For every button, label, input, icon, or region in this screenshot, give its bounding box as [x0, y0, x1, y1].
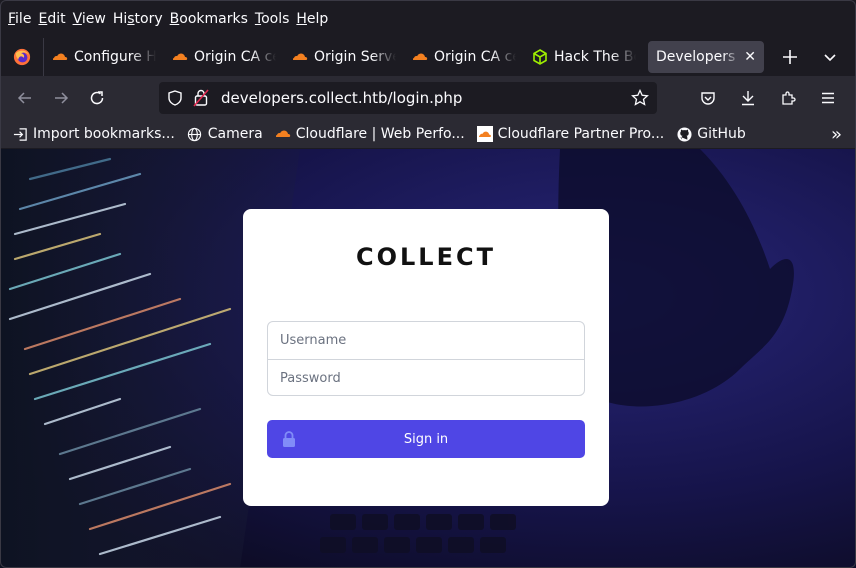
- pocket-icon: [701, 92, 715, 105]
- import-icon: [12, 126, 28, 142]
- arrow-right-icon: [55, 92, 69, 104]
- github-icon: [676, 126, 692, 142]
- password-input[interactable]: [268, 360, 584, 397]
- tab-label: Origin Serve: [314, 49, 396, 65]
- menu-help[interactable]: Help: [296, 11, 328, 27]
- tab-hack-the-box[interactable]: Hack The Bo: [524, 41, 644, 73]
- menu-edit[interactable]: Edit: [38, 11, 65, 27]
- bookmark-label: GitHub: [697, 126, 746, 142]
- sign-in-button[interactable]: Sign in: [267, 420, 585, 458]
- bookmarks-toolbar: Import bookmarks... Camera Cloudflare | …: [0, 120, 856, 148]
- tab-origin-ca-2[interactable]: Origin CA ce: [404, 41, 524, 73]
- cloudflare-icon: [293, 53, 308, 60]
- tab-label: Configure H: [74, 49, 156, 65]
- username-input[interactable]: [268, 322, 584, 359]
- sign-in-label: Sign in: [403, 431, 449, 447]
- pocket-button[interactable]: [690, 82, 726, 114]
- menu-bookmarks[interactable]: Bookmarks: [170, 11, 248, 27]
- bookmark-label: Cloudflare Partner Pro...: [497, 126, 665, 142]
- bookmark-label: Camera: [207, 126, 263, 142]
- close-tab-icon[interactable]: ✕: [740, 49, 756, 65]
- cloudflare-icon: [275, 126, 291, 142]
- page-title: COLLECT: [356, 243, 496, 271]
- menu-view[interactable]: View: [73, 11, 106, 27]
- tab-strip: Configure H Origin CA ce Origin Serve Or…: [0, 38, 856, 76]
- globe-icon: [187, 126, 203, 142]
- app-menu-button[interactable]: [810, 82, 846, 114]
- back-button[interactable]: [7, 82, 43, 114]
- bookmark-cloudflare-web[interactable]: Cloudflare | Web Perfo...: [275, 126, 465, 142]
- arrow-left-icon: [17, 92, 31, 104]
- reload-icon: [90, 91, 104, 105]
- cloudflare-icon: [413, 53, 428, 60]
- menu-tools[interactable]: Tools: [255, 11, 290, 27]
- menu-file[interactable]: File: [8, 11, 31, 27]
- credentials-group: [267, 321, 585, 397]
- bookmark-github[interactable]: GitHub: [676, 126, 746, 142]
- login-card: COLLECT Sign in: [243, 209, 609, 506]
- chevron-down-icon: [824, 54, 836, 62]
- bookmark-import[interactable]: Import bookmarks...: [12, 126, 175, 142]
- list-all-tabs-button[interactable]: [812, 41, 848, 73]
- tab-label: Origin CA ce: [434, 49, 516, 65]
- tab-origin-ca-1[interactable]: Origin CA ce: [164, 41, 284, 73]
- tab-configure[interactable]: Configure H: [44, 41, 164, 73]
- bookmark-camera[interactable]: Camera: [187, 126, 263, 142]
- hackthebox-icon: [533, 49, 547, 65]
- bookmark-star-icon[interactable]: [631, 89, 649, 107]
- puzzle-icon: [782, 91, 796, 105]
- extensions-button[interactable]: [770, 82, 806, 114]
- hamburger-menu-icon: [822, 92, 834, 104]
- plus-icon: [783, 50, 797, 64]
- url-text[interactable]: developers.collect.htb/login.php: [221, 89, 462, 107]
- tab-origin-server[interactable]: Origin Serve: [284, 41, 404, 73]
- cloudflare-icon: [53, 53, 68, 60]
- tab-label: Origin CA ce: [194, 49, 276, 65]
- lock-icon: [283, 431, 295, 447]
- bookmark-label: Cloudflare | Web Perfo...: [295, 126, 465, 142]
- bookmark-cloudflare-partner[interactable]: Cloudflare Partner Pro...: [476, 126, 665, 142]
- tab-developers-active[interactable]: Developers C ✕: [648, 41, 764, 73]
- bookmark-label: Import bookmarks...: [33, 126, 175, 142]
- url-bar[interactable]: developers.collect.htb/login.php: [159, 82, 657, 114]
- shield-icon[interactable]: [167, 90, 183, 106]
- tab-label: Developers C: [656, 49, 741, 65]
- navigation-toolbar: developers.collect.htb/login.php: [0, 76, 856, 120]
- firefox-logo-icon: [13, 48, 30, 66]
- page-content: COLLECT Sign in: [0, 149, 856, 568]
- insecure-lock-icon[interactable]: [193, 89, 209, 107]
- cloudflare-icon: [476, 126, 493, 142]
- download-icon: [742, 91, 754, 106]
- downloads-button[interactable]: [730, 82, 766, 114]
- reload-button[interactable]: [79, 82, 115, 114]
- menu-bar: File Edit View History Bookmarks Tools H…: [0, 0, 856, 38]
- menu-history[interactable]: History: [113, 11, 163, 27]
- more-bookmarks-icon[interactable]: »: [831, 124, 842, 145]
- forward-button[interactable]: [43, 82, 79, 114]
- firefox-view-button[interactable]: [0, 38, 44, 76]
- cloudflare-icon: [173, 53, 188, 60]
- tab-label: Hack The Bo: [554, 49, 636, 65]
- new-tab-button[interactable]: [772, 41, 808, 73]
